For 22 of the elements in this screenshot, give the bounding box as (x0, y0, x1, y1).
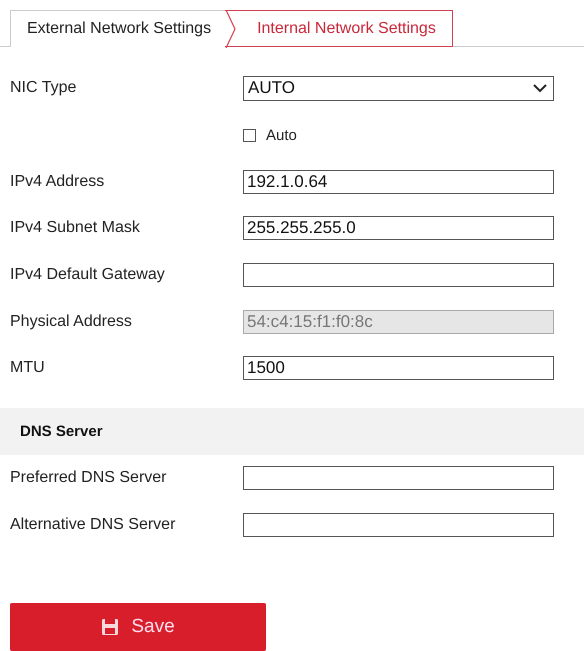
input-field[interactable]: 1500 (243, 356, 554, 380)
chevron-down-icon (533, 84, 547, 93)
input-field[interactable]: 255.255.255.0 (243, 216, 554, 240)
field-label: Physical Address (10, 312, 133, 331)
field-label: NIC Type (10, 79, 78, 98)
checkbox[interactable] (243, 128, 256, 142)
tab[interactable]: External Network Settings (10, 10, 226, 47)
tab[interactable]: Internal Network Settings (225, 10, 453, 47)
field-label: Preferred DNS Server (10, 469, 168, 488)
nic-type-dropdown[interactable]: AUTO (243, 76, 554, 101)
input-field[interactable] (243, 512, 554, 537)
field-label: IPv4 Default Gateway (10, 266, 166, 284)
field-label: Alternative DNS Server (10, 516, 176, 534)
field-label: IPv4 Address (10, 172, 106, 191)
save-button[interactable]: Save (10, 603, 266, 651)
field-label: MTU (10, 359, 46, 378)
section-title: DNS Server (20, 422, 103, 440)
input-field[interactable] (243, 263, 554, 288)
checkbox-label: Auto (266, 126, 297, 144)
input-field[interactable]: 192.1.0.64 (243, 170, 554, 194)
input-field[interactable] (243, 466, 554, 490)
field-label: IPv4 Subnet Mask (10, 219, 141, 238)
